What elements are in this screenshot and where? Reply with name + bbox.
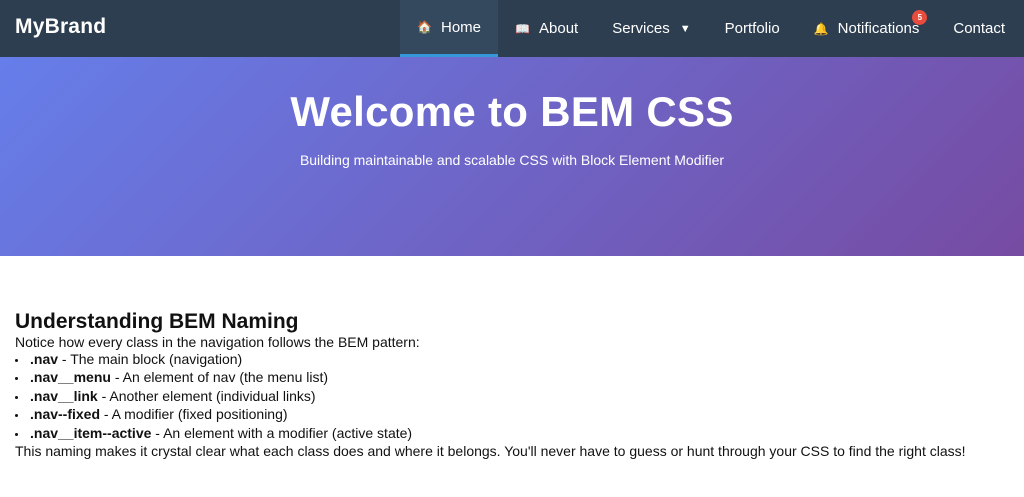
nav-item-notifications[interactable]: 🔔 Notifications 5: [797, 0, 937, 57]
class-description: - Another element (individual links): [97, 387, 316, 404]
nav-menu: 🏠 Home 📖 About Services ▼ Portfolio 🔔 No…: [400, 0, 1022, 57]
hero-banner: Welcome to BEM CSS Building maintainable…: [0, 57, 1024, 256]
bem-class-list: .nav - The main block (navigation) .nav_…: [15, 351, 1005, 444]
class-description: - A modifier (fixed positioning): [100, 406, 288, 422]
outro-text: This naming makes it crystal clear what …: [15, 443, 966, 459]
bell-icon: 🔔: [813, 21, 829, 36]
nav-link-about-label: About: [539, 20, 579, 37]
book-icon: 📖: [515, 21, 530, 36]
nav-link-home-label: Home: [441, 18, 482, 36]
hero-subtitle: Building maintainable and scalable CSS w…: [299, 152, 725, 168]
nav-item-services[interactable]: Services ▼: [595, 0, 707, 57]
main-content: Understanding BEM Naming Notice how ever…: [15, 310, 1005, 460]
nav-item-about[interactable]: 📖 About: [498, 0, 595, 57]
class-name: .nav__item--active: [30, 424, 152, 441]
notification-count-badge: 5: [912, 10, 928, 25]
class-description: - An element with a modifier (active sta…: [151, 424, 413, 441]
class-name: .nav__link: [30, 387, 98, 404]
list-item: .nav__link - Another element (individual…: [15, 388, 1005, 407]
brand-logo[interactable]: MyBrand: [15, 15, 106, 39]
house-icon: 🏠: [417, 20, 432, 34]
list-item: .nav - The main block (navigation): [15, 351, 1005, 370]
nav-link-services-label: Services: [612, 20, 670, 37]
list-item: .nav--fixed - A modifier (fixed position…: [15, 406, 1005, 425]
nav-link-contact-label: Contact: [953, 20, 1006, 37]
nav-link-portfolio-label: Portfolio: [724, 20, 780, 37]
nav-link-notifications-label: Notifications: [837, 20, 920, 37]
hero-title: Welcome to BEM CSS: [290, 88, 734, 135]
class-name: .nav__menu: [30, 369, 111, 385]
intro-text: Notice how every class in the navigation…: [15, 334, 420, 350]
class-description: - The main block (navigation): [58, 350, 243, 367]
nav-item-home[interactable]: 🏠 Home: [400, 0, 499, 57]
class-name: .nav--fixed: [30, 406, 101, 422]
chevron-down-icon: ▼: [679, 22, 691, 35]
nav-item-contact[interactable]: Contact: [936, 0, 1022, 57]
nav-item-portfolio[interactable]: Portfolio: [708, 0, 797, 57]
list-item: .nav__menu - An element of nav (the menu…: [15, 369, 1005, 388]
class-name: .nav: [30, 350, 59, 367]
section-heading: Understanding BEM Naming: [15, 310, 299, 333]
list-item: .nav__item--active - An element with a m…: [15, 425, 1005, 444]
class-description: - An element of nav (the menu list): [110, 369, 329, 385]
main-navigation: MyBrand 🏠 Home 📖 About Services ▼ Portfo…: [0, 0, 1024, 57]
